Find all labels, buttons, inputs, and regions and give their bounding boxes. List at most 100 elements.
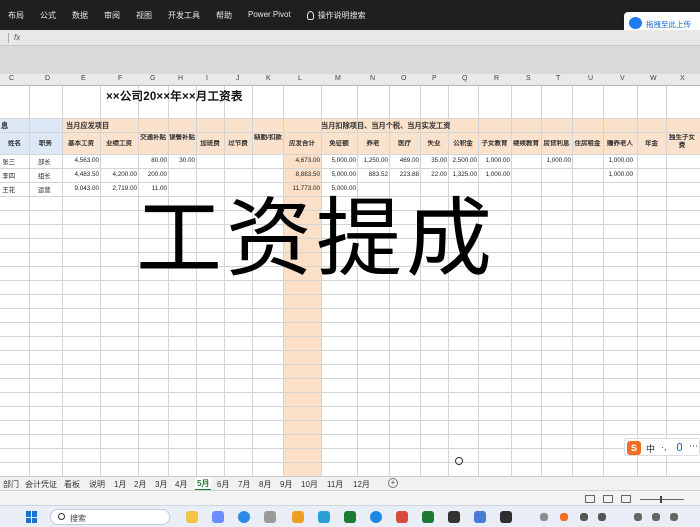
cell-exempt[interactable]: 5,000.00: [321, 157, 356, 164]
tab-help[interactable]: 帮助: [208, 10, 240, 21]
header-rent[interactable]: 住房租金: [572, 140, 603, 148]
tab-developer[interactable]: 开发工具: [160, 10, 208, 21]
header-payable[interactable]: 应发合计: [283, 140, 321, 148]
app-icon[interactable]: [474, 511, 486, 523]
windows-start-icon[interactable]: [26, 511, 38, 523]
app-icon[interactable]: [318, 511, 330, 523]
sheet-tab-active[interactable]: 5月: [195, 477, 212, 491]
sheet-tab[interactable]: 4月: [175, 479, 187, 490]
sheet-tab[interactable]: 3月: [155, 479, 167, 490]
col-header-t[interactable]: T: [556, 75, 560, 82]
tray-icon[interactable]: [540, 513, 548, 521]
tell-me-search[interactable]: 操作说明搜索: [299, 10, 374, 21]
cell-traffic[interactable]: 80.00: [138, 157, 167, 164]
col-header-o[interactable]: O: [401, 75, 406, 82]
worksheet-grid[interactable]: ××公司20××年××月工资表 息 当月应发项目 当月扣除项目、当月个税、当月实…: [0, 86, 700, 476]
sheet-tab[interactable]: 6月: [217, 479, 229, 490]
app-icon[interactable]: [264, 511, 276, 523]
cell-exempt[interactable]: 5,000.00: [321, 171, 356, 178]
browser-icon[interactable]: [370, 511, 382, 523]
ime-more-icon[interactable]: ⋯: [689, 441, 698, 452]
col-header-d[interactable]: D: [45, 75, 50, 82]
col-header-k[interactable]: K: [266, 75, 271, 82]
header-annuity[interactable]: 年金: [637, 140, 666, 148]
fx-icon[interactable]: fx: [14, 33, 20, 42]
ime-tray-icon[interactable]: [560, 513, 568, 521]
tab-view[interactable]: 视图: [128, 10, 160, 21]
cell-position[interactable]: 部长: [38, 157, 51, 166]
battery-icon[interactable]: [670, 513, 678, 521]
header-meal[interactable]: 误餐补贴: [168, 134, 196, 142]
cell-name[interactable]: 王花: [0, 185, 29, 194]
header-mortgage[interactable]: 房贷利息: [541, 140, 572, 148]
col-header-w[interactable]: W: [650, 75, 657, 82]
tab-formulas[interactable]: 公式: [32, 10, 64, 21]
copilot-icon[interactable]: [212, 511, 224, 523]
sheet-tab[interactable]: 1月: [114, 479, 126, 490]
header-medical[interactable]: 医疗: [389, 140, 420, 148]
cell-unemployment[interactable]: 22.00: [420, 171, 447, 178]
col-header-s[interactable]: S: [526, 75, 531, 82]
header-absence[interactable]: 缺勤/扣款: [254, 134, 282, 142]
cell-position[interactable]: 组长: [38, 171, 51, 180]
cell-position[interactable]: 运营: [38, 185, 51, 194]
col-header-r[interactable]: R: [494, 75, 499, 82]
cell-meal[interactable]: 30.00: [168, 157, 195, 164]
tab-power-pivot[interactable]: Power Pivot: [240, 10, 299, 21]
sheet-tab[interactable]: 9月: [280, 479, 292, 490]
app-icon[interactable]: [396, 511, 408, 523]
col-header-l[interactable]: L: [298, 75, 302, 82]
edge-browser-icon[interactable]: [238, 511, 250, 523]
sheet-tab[interactable]: 11月: [327, 479, 343, 490]
page-layout-icon[interactable]: [603, 495, 613, 503]
col-header-q[interactable]: Q: [462, 75, 467, 82]
zoom-slider-knob[interactable]: [660, 496, 662, 503]
cell-housing-fund[interactable]: 1,325.00: [448, 171, 477, 178]
cell-base[interactable]: 4,563.00: [62, 157, 99, 164]
cell-unemployment[interactable]: 35.00: [420, 157, 447, 164]
page-break-icon[interactable]: [621, 495, 631, 503]
ime-toolbar[interactable]: S 中 ·, ⋯: [624, 438, 700, 456]
cell-name[interactable]: 张三: [0, 157, 29, 166]
tray-icon[interactable]: [598, 513, 606, 521]
header-position[interactable]: 职务: [29, 140, 62, 148]
file-explorer-icon[interactable]: [186, 511, 198, 523]
sheet-tab[interactable]: 说明: [89, 479, 105, 490]
col-header-j[interactable]: J: [236, 75, 240, 82]
col-header-c[interactable]: C: [9, 75, 14, 82]
app-icon[interactable]: [500, 511, 512, 523]
header-pension[interactable]: 养老: [357, 140, 389, 148]
col-header-m[interactable]: M: [335, 75, 341, 82]
sheet-tab[interactable]: 2月: [134, 479, 146, 490]
cell-elderly[interactable]: 1,000.00: [603, 171, 633, 178]
cell-payable[interactable]: 4,673.00: [283, 157, 320, 164]
tab-review[interactable]: 审阅: [96, 10, 128, 21]
header-unemployment[interactable]: 失业: [420, 140, 448, 148]
cell-medical[interactable]: 469.00: [389, 157, 419, 164]
cell-payable[interactable]: 8,883.50: [283, 171, 320, 178]
zoom-slider[interactable]: [640, 499, 684, 500]
header-children-edu[interactable]: 子女教育: [478, 140, 511, 148]
volume-icon[interactable]: [652, 513, 660, 521]
folder-icon[interactable]: [292, 511, 304, 523]
col-header-x[interactable]: X: [680, 75, 685, 82]
add-sheet-icon[interactable]: +: [388, 478, 398, 488]
cell-base[interactable]: 4,483.50: [62, 171, 99, 178]
header-only-child[interactable]: 独生子女费: [666, 134, 698, 150]
tray-icon[interactable]: [580, 513, 588, 521]
taskbar-search[interactable]: 搜索: [50, 509, 170, 525]
header-base-salary[interactable]: 基本工资: [62, 140, 100, 148]
header-housing-fund[interactable]: 公积金: [448, 140, 478, 148]
header-name[interactable]: 姓名: [0, 140, 29, 148]
cell-performance[interactable]: 2,719.00: [100, 185, 137, 192]
header-performance[interactable]: 业绩工资: [100, 140, 138, 148]
tab-data[interactable]: 数据: [64, 10, 96, 21]
ime-language-toggle[interactable]: 中: [646, 442, 655, 455]
app-icon[interactable]: [448, 511, 460, 523]
header-exempt[interactable]: 免征额: [321, 140, 357, 148]
header-elderly[interactable]: 赡养老人: [603, 140, 637, 148]
sheet-tab[interactable]: 12月: [353, 479, 370, 490]
microphone-icon[interactable]: [677, 443, 682, 451]
sheet-tab[interactable]: 看板: [64, 479, 80, 490]
cell-base[interactable]: 9,043.00: [62, 185, 99, 192]
